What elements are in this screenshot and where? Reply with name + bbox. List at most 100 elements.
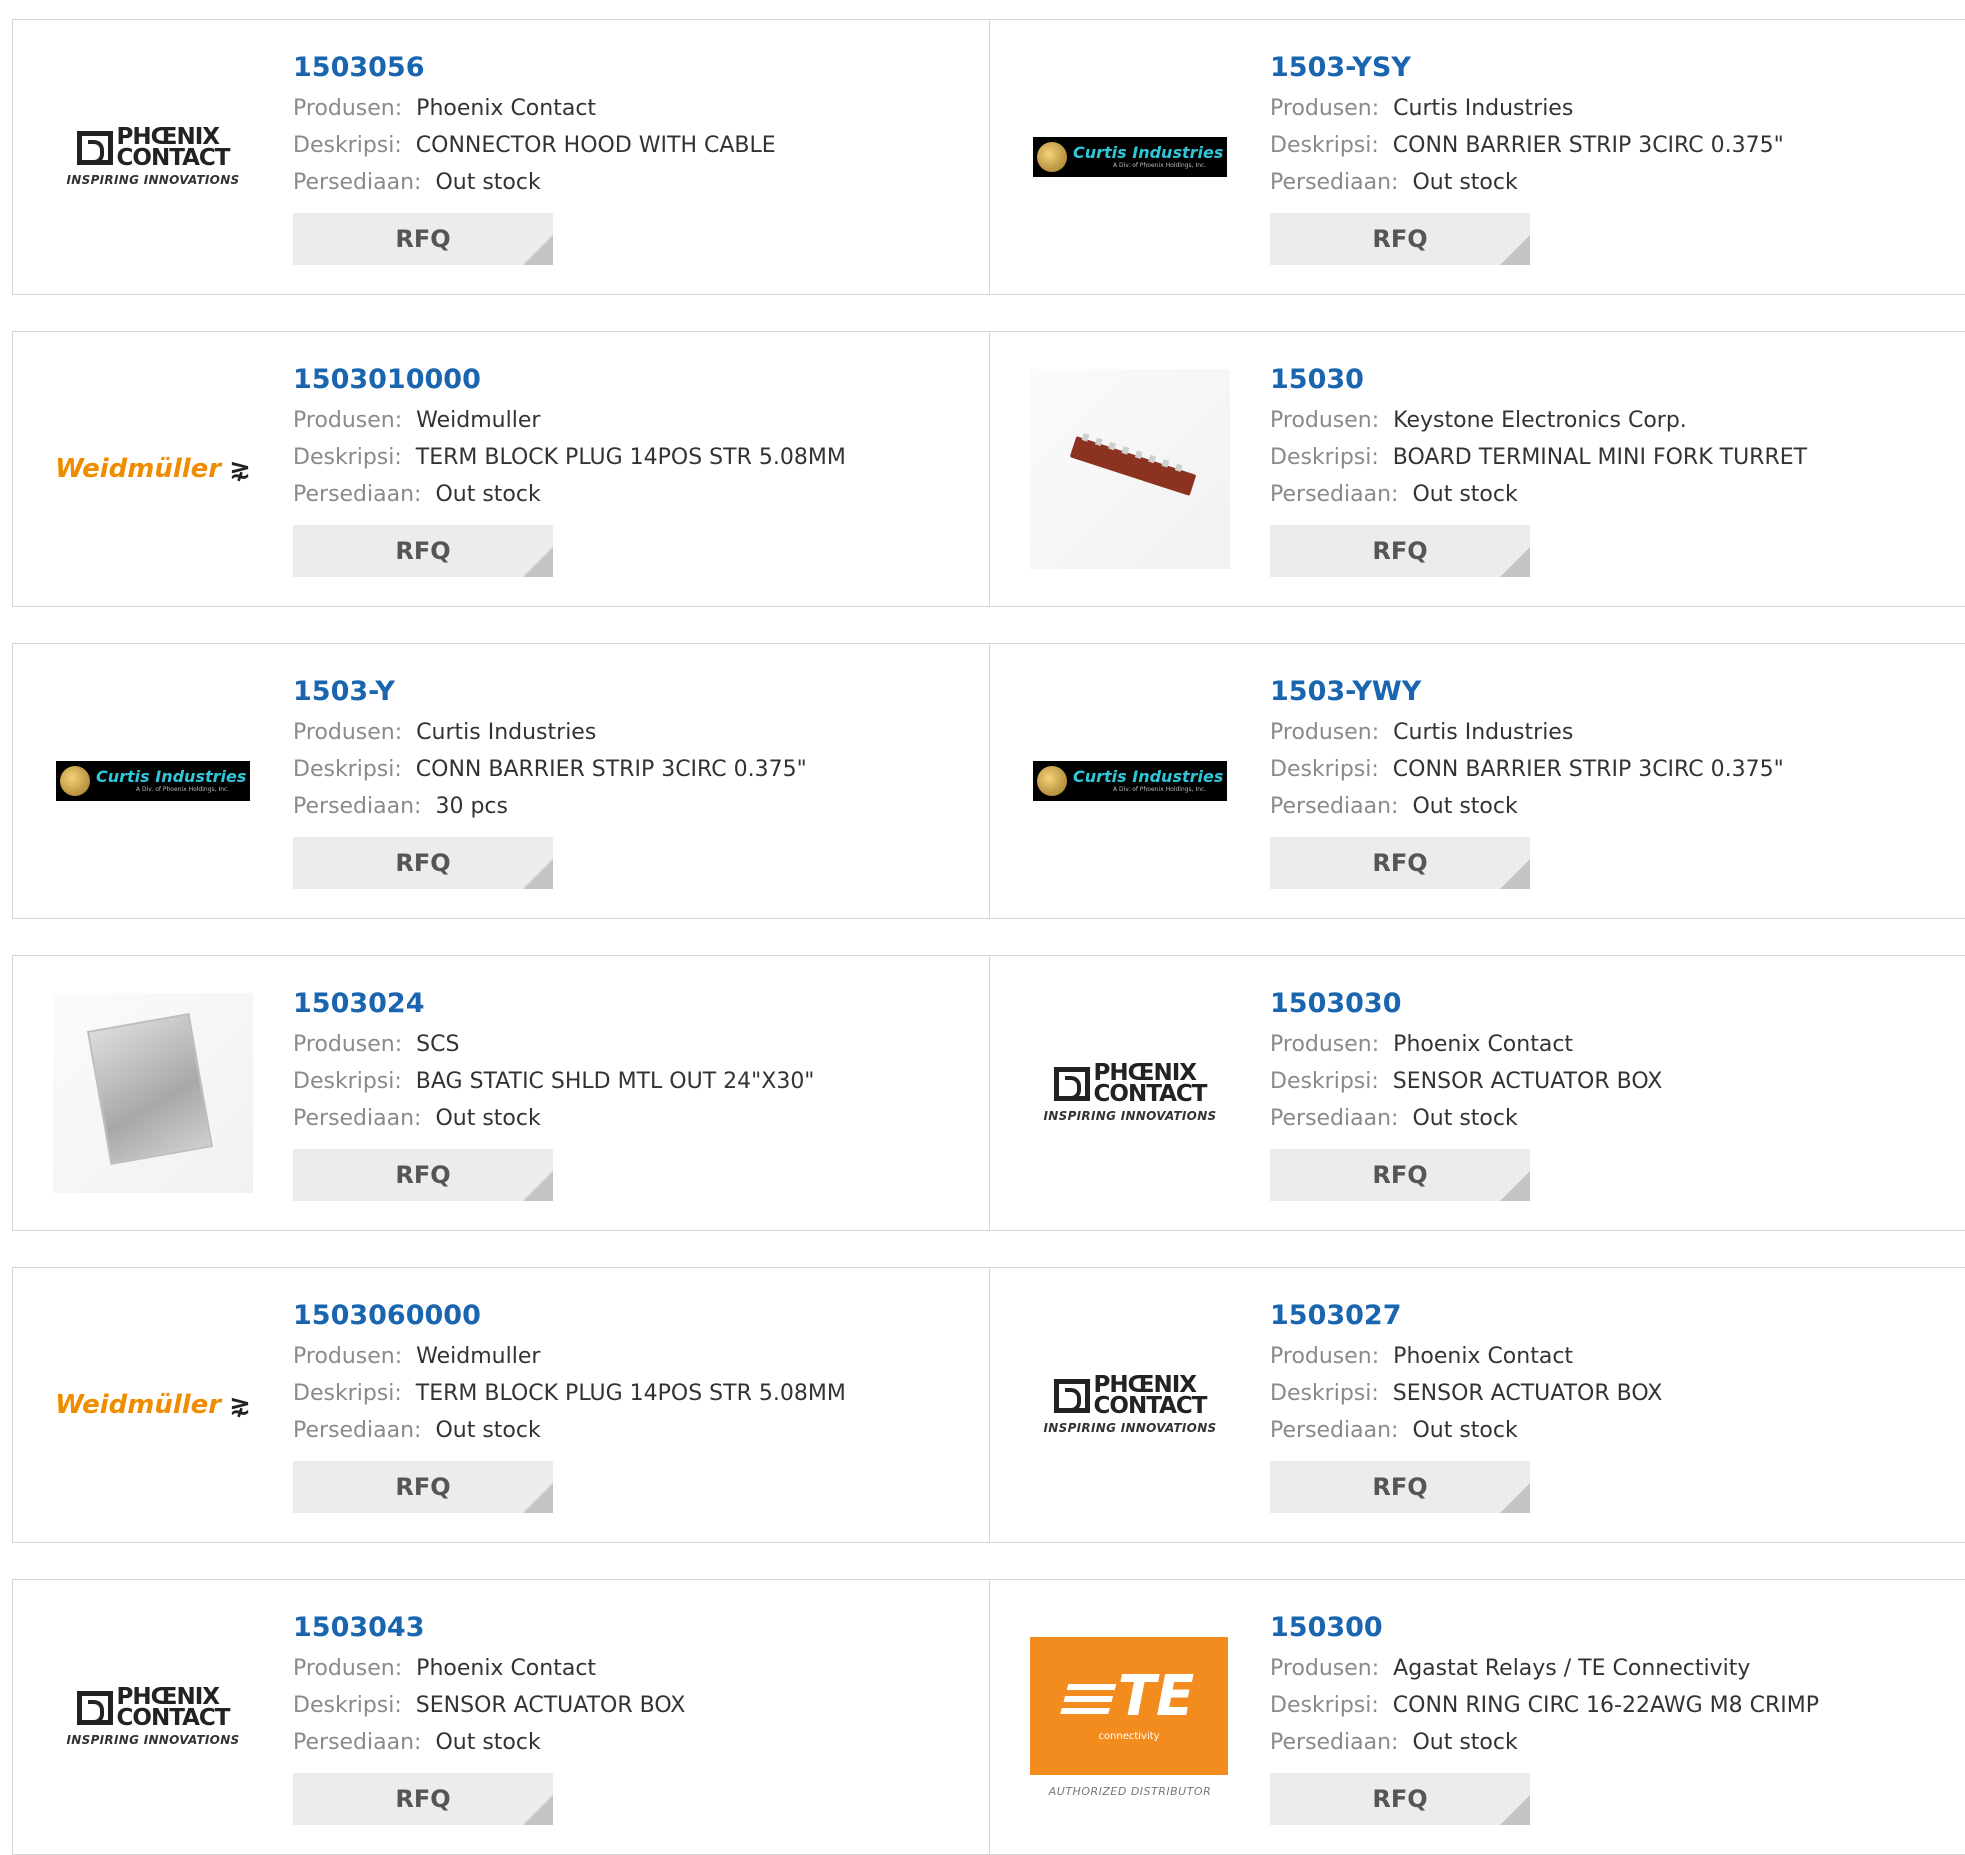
phoenix-logo: PHŒNIX CONTACT INSPIRING INNOVATIONS [1030,1305,1230,1505]
stock-value: Out stock [1412,1730,1518,1755]
description-label: Deskripsi: [293,133,402,158]
rfq-button[interactable]: RFQ [1270,1773,1530,1825]
part-number-link[interactable]: 1503024 [293,986,979,1026]
manufacturer-line: Produsen: Phoenix Contact [1270,1338,1956,1375]
rfq-button[interactable]: RFQ [293,525,553,577]
stock-value: Out stock [1412,170,1518,195]
stock-value: Out stock [435,1418,541,1443]
corner-triangle-icon [523,1795,553,1825]
manufacturer-value: Phoenix Contact [1393,1344,1574,1369]
te-logo-text: TE [1117,1664,1195,1729]
part-number-link[interactable]: 1503010000 [293,362,979,402]
part-number-link[interactable]: 1503-YSY [1270,50,1956,90]
manufacturer-line: Produsen: Curtis Industries [293,714,979,751]
rfq-button[interactable]: RFQ [293,1773,553,1825]
product-card: PHŒNIX CONTACT INSPIRING INNOVATIONS 150305… [13,20,990,294]
phoenix-mark-icon [1053,1379,1090,1413]
curtis-logo-sub: A Div. of Phoenix Holdings, Inc. [1113,786,1207,793]
product-info: 1503-YWY Produsen: Curtis Industries Deskri… [1270,674,1956,889]
curtis-logo-name: Curtis Industries [96,767,247,786]
rfq-button[interactable]: RFQ [293,213,553,265]
manufacturer-value: Weidmuller [416,1344,541,1369]
description-value: TERM BLOCK PLUG 14POS STR 5.08MM [415,445,846,470]
curtis-logo-sub: A Div. of Phoenix Holdings, Inc. [136,786,230,793]
part-number-link[interactable]: 15030 [1270,362,1956,402]
part-number-link[interactable]: 1503027 [1270,1298,1956,1338]
description-label: Deskripsi: [293,757,402,782]
stock-line: Persediaan: Out stock [1270,164,1956,201]
curtis-logo-text: Curtis Industries A Div. of Phoenix Holdi… [96,768,246,794]
rfq-button[interactable]: RFQ [1270,1461,1530,1513]
part-number-link[interactable]: 1503056 [293,50,979,90]
te-connectivity-logo: TE connectivity AUTHORIZED DISTRIBUTOR [1030,1636,1230,1798]
description-label: Deskripsi: [293,1381,402,1406]
phoenix-logo-top: PHŒNIX CONTACT [53,1686,253,1730]
phoenix-logo-tagline: INSPIRING INNOVATIONS [1043,1109,1217,1123]
phoenix-logo-line2: CONTACT [1093,1081,1208,1107]
static-bag-photo [53,993,253,1193]
rfq-button[interactable]: RFQ [1270,525,1530,577]
manufacturer-label: Produsen: [1270,720,1380,745]
te-lines-icon [1059,1683,1117,1716]
stock-line: Persediaan: Out stock [1270,788,1956,825]
rfq-button[interactable]: RFQ [293,837,553,889]
phoenix-logo-tagline: INSPIRING INNOVATIONS [1043,1421,1217,1435]
description-label: Deskripsi: [1270,1693,1379,1718]
part-number-link[interactable]: 1503030 [1270,986,1956,1026]
rfq-button[interactable]: RFQ [293,1461,553,1513]
corner-triangle-icon [1500,859,1530,889]
part-number-link[interactable]: 1503-YWY [1270,674,1956,714]
product-info: 1503024 Produsen: SCS Deskripsi: BAG STATIC … [293,986,979,1201]
rfq-button-label: RFQ [1372,1161,1428,1189]
description-label: Deskripsi: [1270,757,1379,782]
description-label: Deskripsi: [1270,445,1379,470]
description-value: CONNECTOR HOOD WITH CABLE [415,133,776,158]
terminal-strip-shape [1069,436,1197,496]
terminal-board-photo [1030,369,1230,569]
product-row: 1503024 Produsen: SCS Deskripsi: BAG STATIC … [12,955,1965,1231]
globe-icon [1037,766,1067,796]
manufacturer-line: Produsen: Keystone Electronics Corp. [1270,402,1956,439]
manufacturer-label: Produsen: [1270,1656,1380,1681]
stock-line: Persediaan: Out stock [293,1412,979,1449]
corner-triangle-icon [1500,1171,1530,1201]
description-label: Deskripsi: [1270,1069,1379,1094]
manufacturer-value: Keystone Electronics Corp. [1393,408,1687,433]
manufacturer-value: Phoenix Contact [1393,1032,1574,1057]
te-logo-sub: connectivity [1098,1731,1160,1742]
weidmuller-logo-text: Weidmüller [55,1390,222,1420]
part-number-link[interactable]: 150300 [1270,1610,1956,1650]
part-number-link[interactable]: 1503060000 [293,1298,979,1338]
product-card: Curtis Industries A Div. of Phoenix Holdi… [990,644,1965,918]
description-value: CONN BARRIER STRIP 3CIRC 0.375" [415,757,807,782]
corner-triangle-icon [523,1171,553,1201]
te-logo: TE connectivity AUTHORIZED DISTRIBUTOR [1030,1617,1230,1817]
description-value: SENSOR ACTUATOR BOX [1392,1381,1663,1406]
description-line: Deskripsi: BOARD TERMINAL MINI FORK TURRE… [1270,439,1956,476]
stock-line: Persediaan: Out stock [1270,1100,1956,1137]
part-number-link[interactable]: 1503-Y [293,674,979,714]
rfq-button[interactable]: RFQ [1270,837,1530,889]
product-info: 15030 Produsen: Keystone Electronics Corp.… [1270,362,1956,577]
product-row: Curtis Industries A Div. of Phoenix Holdi… [12,643,1965,919]
rfq-button[interactable]: RFQ [293,1149,553,1201]
phoenix-mark-icon [76,1691,113,1725]
description-value: BOARD TERMINAL MINI FORK TURRET [1392,445,1808,470]
manufacturer-line: Produsen: Curtis Industries [1270,714,1956,751]
curtis-logo: Curtis Industries A Div. of Phoenix Holdi… [1030,681,1230,881]
part-number-link[interactable]: 1503043 [293,1610,979,1650]
stock-label: Persediaan: [293,1730,422,1755]
weidmuller-logo: Weidmüller ⋧ [53,1305,253,1505]
manufacturer-line: Produsen: SCS [293,1026,979,1063]
rfq-button[interactable]: RFQ [1270,1149,1530,1201]
description-line: Deskripsi: SENSOR ACTUATOR BOX [293,1687,979,1724]
rfq-button[interactable]: RFQ [1270,213,1530,265]
rfq-button-label: RFQ [395,1473,451,1501]
description-line: Deskripsi: CONN BARRIER STRIP 3CIRC 0.375… [293,751,979,788]
product-card: PHŒNIX CONTACT INSPIRING INNOVATIONS 150304… [13,1580,990,1854]
description-line: Deskripsi: SENSOR ACTUATOR BOX [1270,1375,1956,1412]
te-logo-box: TE connectivity [1030,1636,1228,1775]
description-line: Deskripsi: CONN RING CIRC 16-22AWG M8 CRI… [1270,1687,1956,1724]
description-label: Deskripsi: [1270,1381,1379,1406]
curtis-logo: Curtis Industries A Div. of Phoenix Holdi… [1030,57,1230,257]
